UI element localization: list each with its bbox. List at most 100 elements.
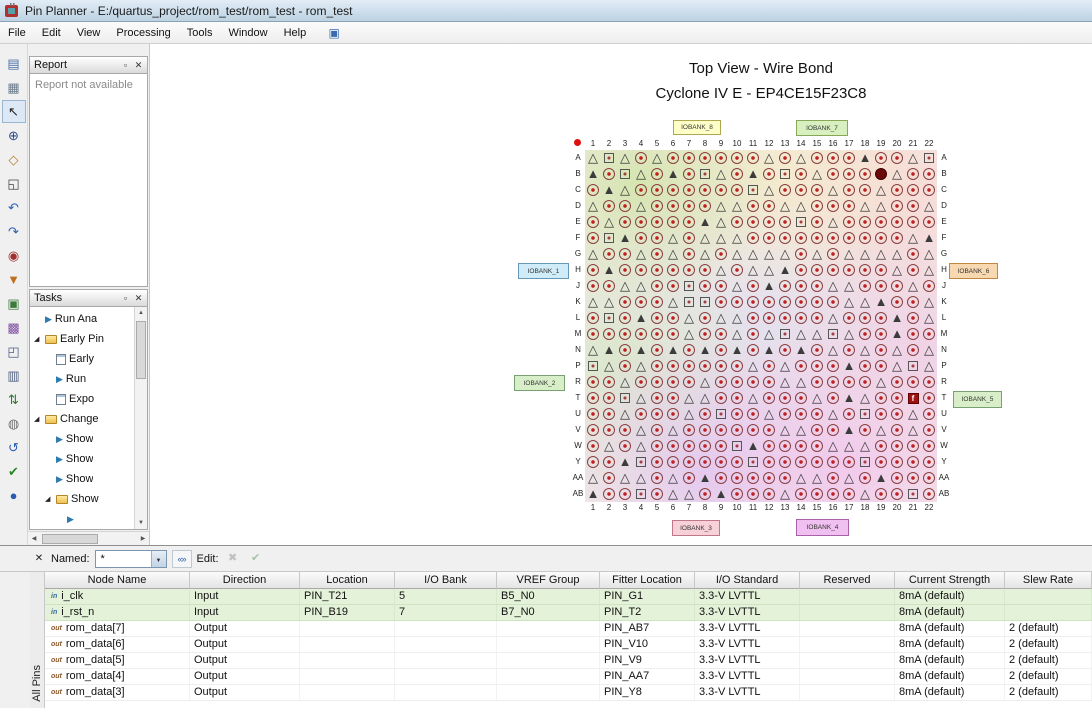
pin-P4[interactable]: △ bbox=[633, 358, 649, 374]
cell-node-name[interactable]: out rom_data[4] bbox=[45, 669, 190, 684]
pin-C22[interactable] bbox=[921, 182, 937, 198]
pin-B8[interactable] bbox=[697, 166, 713, 182]
pin-C2[interactable]: ▲ bbox=[601, 182, 617, 198]
pin-K9[interactable] bbox=[713, 294, 729, 310]
pin-J1[interactable] bbox=[585, 278, 601, 294]
task-item-8[interactable]: ▶ Show bbox=[30, 469, 133, 489]
menu-toolbar-icon[interactable] bbox=[324, 24, 344, 42]
menu-view[interactable]: View bbox=[69, 24, 109, 42]
pin-D11[interactable] bbox=[745, 198, 761, 214]
pin-C21[interactable] bbox=[905, 182, 921, 198]
pin-G22[interactable]: △ bbox=[921, 246, 937, 262]
pin-AB6[interactable]: △ bbox=[665, 486, 681, 502]
pin-AA8[interactable]: ▲ bbox=[697, 470, 713, 486]
pin-AB4[interactable] bbox=[633, 486, 649, 502]
pin-W4[interactable]: △ bbox=[633, 438, 649, 454]
pin-H15[interactable] bbox=[809, 262, 825, 278]
pin-K21[interactable] bbox=[905, 294, 921, 310]
pin-G8[interactable]: △ bbox=[697, 246, 713, 262]
cell-io_bank[interactable] bbox=[395, 637, 497, 652]
cell-current_strength[interactable]: 8mA (default) bbox=[895, 605, 1005, 620]
pin-R9[interactable] bbox=[713, 374, 729, 390]
pin-A18[interactable]: ▲ bbox=[857, 150, 873, 166]
refresh-icon[interactable]: ↺ bbox=[2, 436, 26, 459]
task-item-7[interactable]: ▶ Show bbox=[30, 449, 133, 469]
pin-M16[interactable] bbox=[825, 326, 841, 342]
hand-tool-icon[interactable]: ◇ bbox=[2, 148, 26, 171]
scroll-right-icon[interactable] bbox=[137, 533, 149, 545]
pin-V17[interactable]: ▲ bbox=[841, 422, 857, 438]
pin-N4[interactable]: ▲ bbox=[633, 342, 649, 358]
pin-AA21[interactable] bbox=[905, 470, 921, 486]
pin-A16[interactable] bbox=[825, 150, 841, 166]
pin-AB14[interactable] bbox=[793, 486, 809, 502]
cell-io_standard[interactable]: 3.3-V LVTTL bbox=[695, 605, 800, 620]
pin-V1[interactable] bbox=[585, 422, 601, 438]
accept-edit-button[interactable] bbox=[247, 550, 265, 568]
pin-B18[interactable] bbox=[857, 166, 873, 182]
cell-location[interactable] bbox=[300, 669, 395, 684]
pin-C6[interactable] bbox=[665, 182, 681, 198]
pin-E20[interactable] bbox=[889, 214, 905, 230]
pin-M10[interactable]: △ bbox=[729, 326, 745, 342]
pin-V18[interactable] bbox=[857, 422, 873, 438]
pin-V9[interactable] bbox=[713, 422, 729, 438]
pin-Y20[interactable] bbox=[889, 454, 905, 470]
pin-K16[interactable] bbox=[825, 294, 841, 310]
task-item-6[interactable]: ▶ Show bbox=[30, 429, 133, 449]
pin-A10[interactable] bbox=[729, 150, 745, 166]
pin-F20[interactable] bbox=[889, 230, 905, 246]
pin-T1[interactable] bbox=[585, 390, 601, 406]
pin-J12[interactable]: ▲ bbox=[761, 278, 777, 294]
pin-AB17[interactable] bbox=[841, 486, 857, 502]
pin-D6[interactable] bbox=[665, 198, 681, 214]
dock-window-icon[interactable]: ▤ bbox=[2, 52, 26, 75]
pin-B13[interactable] bbox=[777, 166, 793, 182]
column-header-i-o-bank[interactable]: I/O Bank bbox=[395, 572, 497, 589]
pin-K10[interactable] bbox=[729, 294, 745, 310]
pin-W15[interactable] bbox=[809, 438, 825, 454]
cell-node-name[interactable]: in i_rst_n bbox=[45, 605, 190, 620]
cell-vref_group[interactable] bbox=[497, 669, 600, 684]
pin-K7[interactable] bbox=[681, 294, 697, 310]
pin-E5[interactable] bbox=[649, 214, 665, 230]
pin-W13[interactable] bbox=[777, 438, 793, 454]
pin-G20[interactable]: △ bbox=[889, 246, 905, 262]
pin-E13[interactable] bbox=[777, 214, 793, 230]
pin-G13[interactable]: △ bbox=[777, 246, 793, 262]
pin-Y2[interactable] bbox=[601, 454, 617, 470]
pin-R15[interactable] bbox=[809, 374, 825, 390]
show-io-banks-icon[interactable]: ▩ bbox=[2, 316, 26, 339]
pin-J4[interactable]: △ bbox=[633, 278, 649, 294]
pin-P12[interactable] bbox=[761, 358, 777, 374]
pin-L17[interactable] bbox=[841, 310, 857, 326]
pin-G14[interactable] bbox=[793, 246, 809, 262]
cell-direction[interactable]: Output bbox=[190, 637, 300, 652]
pin-H19[interactable] bbox=[873, 262, 889, 278]
pin-V15[interactable] bbox=[809, 422, 825, 438]
pin-AA1[interactable]: △ bbox=[585, 470, 601, 486]
pin-B4[interactable]: △ bbox=[633, 166, 649, 182]
pin-M11[interactable] bbox=[745, 326, 761, 342]
pin-B9[interactable]: △ bbox=[713, 166, 729, 182]
pin-L15[interactable] bbox=[809, 310, 825, 326]
pin-G3[interactable] bbox=[617, 246, 633, 262]
pin-C17[interactable] bbox=[841, 182, 857, 198]
pin-T19[interactable] bbox=[873, 390, 889, 406]
pin-R10[interactable] bbox=[729, 374, 745, 390]
pin-N16[interactable]: △ bbox=[825, 342, 841, 358]
column-header-slew-rate[interactable]: Slew Rate bbox=[1005, 572, 1092, 589]
pin-W1[interactable] bbox=[585, 438, 601, 454]
pin-M21[interactable] bbox=[905, 326, 921, 342]
pin-A2[interactable] bbox=[601, 150, 617, 166]
pin-N12[interactable]: ▲ bbox=[761, 342, 777, 358]
pin-T13[interactable] bbox=[777, 390, 793, 406]
pin-P20[interactable]: △ bbox=[889, 358, 905, 374]
pin-E12[interactable] bbox=[761, 214, 777, 230]
pin-M1[interactable] bbox=[585, 326, 601, 342]
pin-N11[interactable] bbox=[745, 342, 761, 358]
pin-H16[interactable] bbox=[825, 262, 841, 278]
pin-C11[interactable] bbox=[745, 182, 761, 198]
pin-Y8[interactable] bbox=[697, 454, 713, 470]
pin-D22[interactable]: △ bbox=[921, 198, 937, 214]
